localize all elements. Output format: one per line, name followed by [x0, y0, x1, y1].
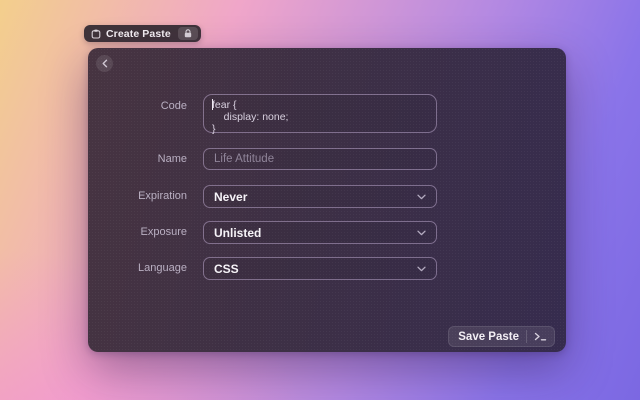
chevron-down-icon — [417, 194, 426, 200]
language-value: CSS — [214, 262, 239, 276]
exposure-label: Exposure — [88, 221, 187, 244]
button-divider — [526, 330, 527, 343]
exposure-dropdown[interactable]: Unlisted — [203, 221, 437, 244]
language-dropdown[interactable]: CSS — [203, 257, 437, 280]
expiration-row: Expiration Never — [88, 185, 566, 208]
language-label: Language — [88, 257, 187, 280]
exposure-row: Exposure Unlisted — [88, 221, 566, 244]
command-chip: Create Paste — [84, 25, 201, 42]
lock-icon — [183, 29, 193, 38]
name-label: Name — [88, 154, 187, 165]
text-cursor — [212, 99, 213, 110]
paste-app-icon — [91, 29, 101, 39]
expiration-label: Expiration — [88, 185, 187, 208]
lock-badge — [178, 27, 198, 40]
language-row: Language CSS — [88, 257, 566, 280]
create-paste-window: Code fear { display: none; } Name Expira… — [88, 48, 566, 352]
name-input[interactable] — [203, 148, 437, 170]
chevron-down-icon — [417, 230, 426, 236]
terminal-prompt-icon — [534, 332, 547, 341]
command-chip-label: Create Paste — [106, 28, 171, 40]
chevron-left-icon — [101, 59, 109, 68]
desktop-background: { "chip": { "label": "Create Paste" }, "… — [0, 0, 640, 400]
back-button[interactable] — [96, 55, 113, 72]
exposure-value: Unlisted — [214, 226, 261, 240]
chevron-down-icon — [417, 266, 426, 272]
code-text: fear { display: none; } — [212, 99, 428, 135]
code-label: Code — [88, 94, 187, 112]
save-paste-label: Save Paste — [458, 331, 519, 343]
name-row: Name — [88, 148, 566, 170]
code-row: Code fear { display: none; } — [88, 94, 566, 133]
code-textarea[interactable]: fear { display: none; } — [203, 94, 437, 133]
expiration-dropdown[interactable]: Never — [203, 185, 437, 208]
expiration-value: Never — [214, 190, 247, 204]
save-paste-button[interactable]: Save Paste — [448, 326, 555, 347]
